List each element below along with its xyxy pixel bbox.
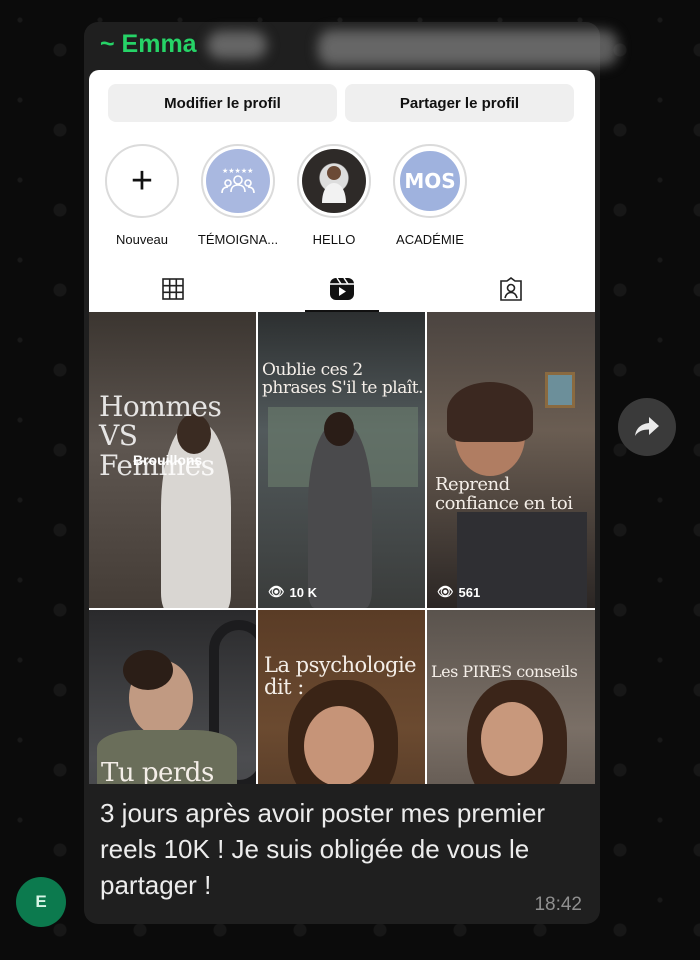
- forward-icon: [635, 417, 659, 436]
- views-count: 👁 561: [437, 584, 481, 600]
- message-time: 18:42: [534, 894, 582, 915]
- profile-tabs: [89, 266, 595, 312]
- highlight-hello: HELLO: [297, 144, 371, 247]
- reel-title: Tu perds: [101, 758, 214, 784]
- reel-thumbnail: La psychologie dit :: [258, 610, 425, 784]
- reel-thumbnail: Reprend confiance en toi 👁 561: [427, 312, 595, 608]
- highlight-label: Nouveau: [115, 232, 169, 247]
- highlights-row: + Nouveau ★★★★★ TÉMOIGNA... HELLO MOS AC…: [105, 144, 467, 247]
- reel-title: La psychologie dit :: [264, 653, 417, 700]
- redacted-phone: [318, 30, 618, 66]
- sender-row: ~ Emma: [100, 30, 267, 59]
- edit-profile-button: Modifier le profil: [108, 84, 337, 122]
- reel-thumbnail: Hommes VS Femmes Brouillons: [89, 312, 256, 608]
- reel-title: Les PIRES conseils: [431, 662, 578, 681]
- eye-icon: 👁: [268, 584, 285, 599]
- redacted-name: [206, 30, 267, 59]
- sender-avatar[interactable]: E: [16, 877, 66, 927]
- profile-photo: [322, 166, 346, 203]
- reels-grid: Hommes VS Femmes Brouillons Oublie ces 2…: [89, 312, 595, 784]
- forward-button[interactable]: [618, 398, 676, 456]
- plus-icon: +: [130, 160, 154, 202]
- reel-thumbnail: Tu perds: [89, 610, 256, 784]
- reel-title: Reprend confiance en toi: [435, 474, 573, 514]
- highlight-label: ACADÉMIE: [396, 232, 464, 247]
- sender-name[interactable]: ~ Emma: [100, 30, 197, 59]
- mos-logo: MOS: [404, 169, 456, 193]
- highlight-academie: MOS ACADÉMIE: [393, 144, 467, 247]
- highlight-new: + Nouveau: [105, 144, 179, 247]
- tagged-icon: [499, 277, 522, 301]
- reel-thumbnail: Les PIRES conseils: [427, 610, 595, 784]
- eye-icon: 👁: [437, 584, 454, 599]
- share-profile-button: Partager le profil: [345, 84, 574, 122]
- tab-tagged: [426, 266, 595, 312]
- highlight-temoignages: ★★★★★ TÉMOIGNA...: [197, 144, 279, 247]
- reel-thumbnail: Oublie ces 2 phrases S'il te plaît. 👁 10…: [258, 312, 425, 608]
- views-count: 👁 10 K: [268, 584, 317, 600]
- reels-icon: [330, 277, 354, 300]
- tab-reels: [258, 266, 427, 312]
- grid-icon: [162, 278, 185, 300]
- message-text: 3 jours après avoir poster mes premier r…: [100, 798, 546, 900]
- svg-text:★★★★★: ★★★★★: [222, 167, 253, 175]
- highlight-label: TÉMOIGNA...: [197, 232, 279, 247]
- reel-title: Oublie ces 2 phrases S'il te plaît.: [262, 360, 424, 398]
- tab-grid: [89, 266, 258, 312]
- drafts-label: Brouillons: [133, 452, 203, 468]
- instagram-screenshot[interactable]: Modifier le profil Partager le profil + …: [89, 70, 595, 784]
- highlight-label: HELLO: [312, 232, 356, 247]
- group-stars-icon: ★★★★★: [221, 167, 255, 194]
